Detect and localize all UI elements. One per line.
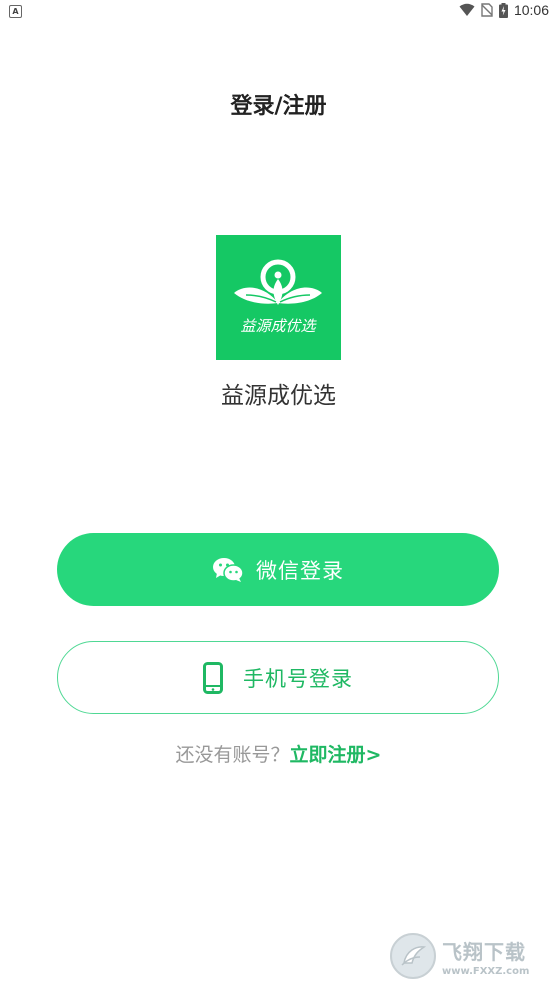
status-bar: A 10:06 [0,0,557,22]
watermark-title: 飞翔下载 [442,939,526,964]
mobile-phone-icon [203,661,223,694]
app-name: 益源成优选 [221,383,336,409]
clock: 10:06 [513,2,549,18]
phone-login-label: 手机号登录 [243,666,353,691]
wifi-icon [459,3,475,16]
logo-text: 益源成优选 [240,317,317,335]
page-title: 登录/注册 [230,94,327,119]
wechat-icon [213,557,244,582]
watermark-url: www.FXXZ.com [442,965,530,977]
register-link[interactable]: 立即注册> [290,744,382,766]
leaf-emblem-icon: 益源成优选 [234,259,322,335]
no-sim-icon [481,3,493,17]
wechat-login-button[interactable]: 微信登录 [57,533,499,606]
watermark-text: 飞翔下载 www.FXXZ.com [442,936,529,977]
register-prompt: 还没有账号？ [175,744,290,766]
app-logo: 益源成优选 [216,235,341,360]
battery-charging-icon [498,2,508,18]
register-row: 还没有账号？立即注册> [0,740,557,767]
status-indicators: 10:06 [459,2,549,18]
watermark-logo-icon [390,933,436,979]
login-screen: A 10:06 登录/注册 益源成优选 益源成优选 微信登录 手机号登录 还没有… [0,0,557,992]
watermark: 飞翔下载 www.FXXZ.com [390,930,550,982]
notification-icon: A [9,5,22,18]
wechat-login-label: 微信登录 [256,558,344,583]
phone-login-button[interactable]: 手机号登录 [57,641,499,714]
